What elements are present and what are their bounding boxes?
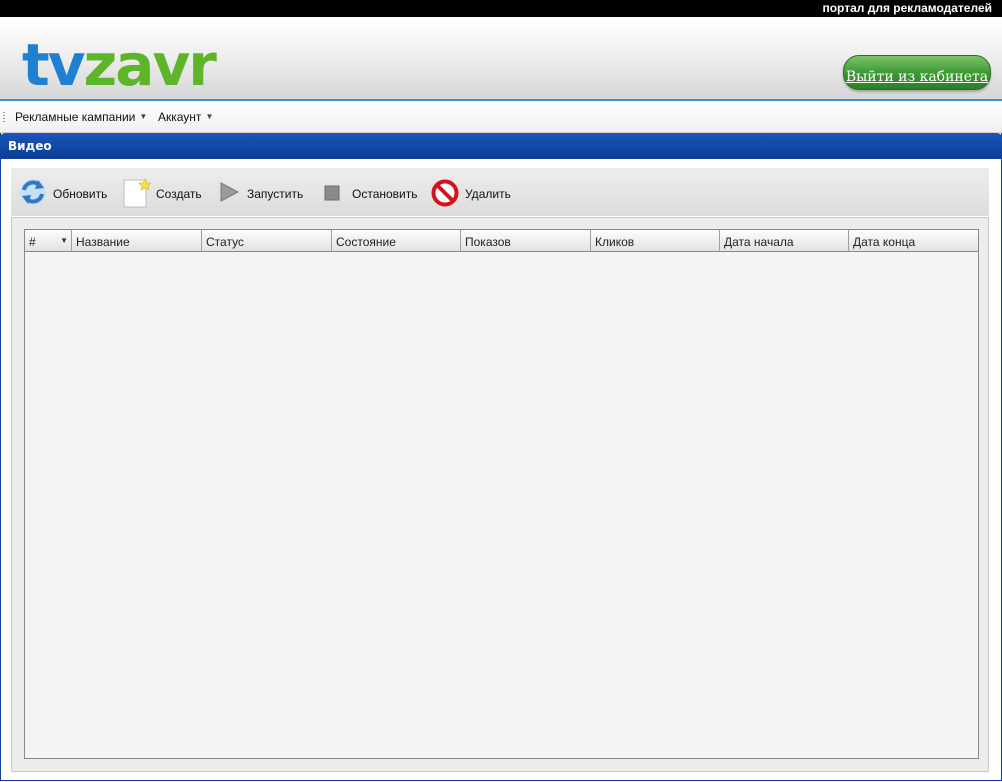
create-label: Создать bbox=[156, 187, 202, 201]
column-start-date[interactable]: Дата начала bbox=[720, 230, 849, 251]
menu-account-label: Аккаунт bbox=[158, 110, 202, 124]
logo-part-zavr: zavr bbox=[83, 31, 217, 99]
panel-title-bar: Видео bbox=[0, 133, 1002, 159]
logo-part-tv: tv bbox=[22, 31, 86, 99]
grid-header: # ▼ Название Статус Состояние Показов Кл… bbox=[25, 230, 978, 252]
column-status[interactable]: Статус bbox=[202, 230, 332, 251]
menu-bar: Рекламные кампании ▼ Аккаунт ▼ bbox=[0, 101, 1002, 133]
start-button[interactable]: Запустить bbox=[217, 169, 313, 216]
chevron-down-icon: ▼ bbox=[139, 112, 148, 121]
top-strip: портал для рекламодателей bbox=[0, 0, 1002, 17]
create-button[interactable]: Создать bbox=[123, 169, 203, 216]
logout-button[interactable]: Выйти из кабинета bbox=[843, 55, 991, 90]
menu-ad-campaigns[interactable]: Рекламные кампании ▼ bbox=[15, 110, 147, 124]
refresh-label: Обновить bbox=[53, 187, 108, 201]
column-name[interactable]: Название bbox=[72, 230, 202, 251]
delete-button[interactable]: Удалить bbox=[431, 169, 515, 216]
column-number-label: # bbox=[29, 235, 36, 249]
menu-account[interactable]: Аккаунт ▼ bbox=[158, 110, 213, 124]
column-number[interactable]: # ▼ bbox=[25, 230, 72, 251]
stop-label: Остановить bbox=[352, 187, 418, 201]
column-impressions[interactable]: Показов bbox=[461, 230, 591, 251]
stop-button[interactable]: Остановить bbox=[324, 169, 424, 216]
start-label: Запустить bbox=[247, 187, 304, 201]
menubar-grip bbox=[3, 112, 5, 122]
tvzavr-logo[interactable]: tvzavr bbox=[22, 35, 217, 95]
header: tvzavr Выйти из кабинета bbox=[0, 17, 1002, 99]
sort-down-icon[interactable]: ▼ bbox=[60, 230, 68, 252]
delete-icon bbox=[431, 179, 459, 207]
column-end-date[interactable]: Дата конца bbox=[849, 230, 978, 251]
column-clicks[interactable]: Кликов bbox=[591, 230, 720, 251]
menu-ad-campaigns-label: Рекламные кампании bbox=[15, 110, 136, 124]
play-icon bbox=[220, 182, 239, 202]
toolbar: Обновить Создать Запустить Остановить Уд… bbox=[11, 168, 989, 216]
column-state[interactable]: Состояние bbox=[332, 230, 461, 251]
panel-title: Видео bbox=[8, 139, 52, 153]
refresh-button[interactable]: Обновить bbox=[19, 169, 111, 216]
stop-icon bbox=[324, 185, 340, 201]
campaign-grid: # ▼ Название Статус Состояние Показов Кл… bbox=[24, 229, 979, 759]
portal-tagline: портал для рекламодателей bbox=[822, 1, 992, 15]
refresh-icon bbox=[20, 179, 46, 205]
delete-label: Удалить bbox=[465, 187, 511, 201]
new-document-icon bbox=[123, 178, 151, 208]
chevron-down-icon: ▼ bbox=[205, 112, 214, 121]
